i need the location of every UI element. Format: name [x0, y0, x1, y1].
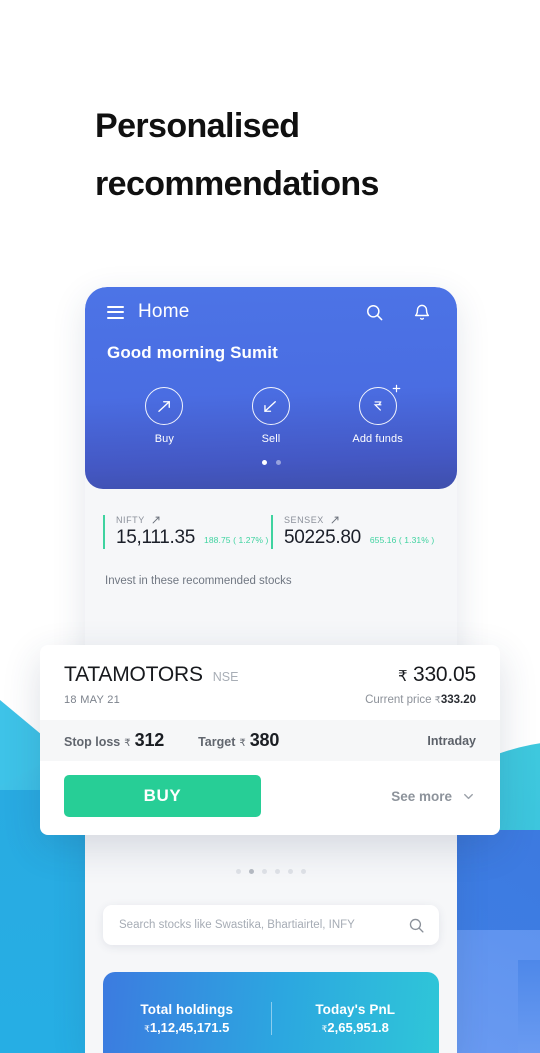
holdings-pnl-amount: 2,65,951.8: [327, 1019, 389, 1035]
current-price-value: 333.20: [440, 694, 476, 706]
greeting-text: Good morning Sumit: [107, 343, 278, 362]
recommended-price: ₹ 330.05: [365, 663, 476, 687]
rupee-symbol: ₹: [124, 738, 131, 749]
holdings-pnl-value: ₹2,65,951.8: [280, 1020, 432, 1035]
index-item-sensex[interactable]: SENSEX 50225.80 655.16 ( 1.31% ): [271, 515, 439, 549]
index-value: 50225.80: [284, 527, 361, 548]
quick-action-label: Sell: [261, 433, 281, 445]
recommendation-card: TATAMOTORS NSE 18 MAY 21 ₹ 330.05 Curren…: [40, 645, 500, 835]
index-values: 15,111.35 188.75 ( 1.27% ): [116, 527, 271, 549]
rupee-plus-circle-icon: [358, 384, 400, 425]
target-label: Target: [198, 735, 236, 749]
stock-exchange: NSE: [212, 670, 239, 684]
page-title-line-2: recommendations: [95, 164, 379, 203]
arrow-up-right-circle-icon: [145, 387, 184, 425]
current-price-row: Current price ₹333.20: [365, 694, 476, 706]
index-name: SENSEX: [284, 515, 324, 525]
buy-button[interactable]: BUY: [64, 775, 261, 817]
index-ticker: NIFTY 15,111.35 188.75 ( 1.27% ) SENSEX: [85, 515, 457, 549]
see-more-button[interactable]: See more: [391, 789, 476, 804]
holdings-pnl-label: Today's PnL: [315, 1001, 396, 1017]
search-input[interactable]: [117, 918, 408, 932]
index-change: 188.75 ( 1.27% ): [204, 535, 269, 545]
target: Target ₹ 380: [198, 730, 279, 751]
rupee-symbol: ₹: [239, 738, 246, 749]
see-more-label: See more: [391, 788, 452, 804]
recommendation-header: TATAMOTORS NSE 18 MAY 21 ₹ 330.05 Curren…: [40, 645, 500, 720]
bell-icon[interactable]: [409, 299, 435, 325]
index-head: SENSEX: [284, 515, 439, 525]
duration-tag: Intraday: [427, 733, 476, 748]
index-value: 15,111.35: [116, 527, 196, 548]
hamburger-icon[interactable]: [107, 305, 124, 319]
holdings-pnl: Today's PnL ₹2,65,951.8: [270, 1001, 440, 1035]
stop-loss: Stop loss ₹ 312: [64, 730, 164, 751]
carousel-dot[interactable]: [275, 460, 281, 465]
index-change: 655.16 ( 1.31% ): [369, 535, 435, 545]
holdings-total: Total holdings ₹1,12,45,171.5: [103, 1002, 271, 1035]
index-item-nifty[interactable]: NIFTY 15,111.35 188.75 ( 1.27% ): [103, 515, 271, 549]
search-bar[interactable]: [103, 905, 439, 945]
holdings-total-amount: 1,12,45,171.5: [149, 1019, 230, 1035]
search-icon: [409, 918, 424, 933]
carousel-dot[interactable]: [261, 460, 267, 465]
app-title: Home: [138, 301, 190, 322]
search-icon[interactable]: [361, 299, 387, 325]
recommendation-identity: TATAMOTORS NSE 18 MAY 21: [64, 663, 365, 706]
quick-action-add-funds[interactable]: Add funds: [336, 384, 420, 445]
carousel-dot[interactable]: [301, 869, 306, 874]
chevron-down-icon: [464, 793, 473, 799]
carousel-dot[interactable]: [288, 869, 293, 874]
rupee-symbol: ₹: [397, 668, 408, 685]
recommendation-metrics: Stop loss ₹ 312 Target ₹ 380 Intraday: [40, 720, 500, 761]
recommendation-actions: BUY See more: [40, 761, 500, 835]
index-values: 50225.80 655.16 ( 1.31% ): [284, 527, 439, 549]
page-title-line-1: Personalised: [95, 106, 300, 145]
carousel-dot[interactable]: [236, 869, 241, 874]
screenshot-root: Personalised recommendations Home Good m…: [0, 0, 540, 1053]
index-name: NIFTY: [116, 515, 145, 525]
recommendation-name-row: TATAMOTORS NSE: [64, 663, 365, 687]
recommendation-pricing: ₹ 330.05 Current price ₹333.20: [365, 663, 476, 706]
holdings-summary: Total holdings ₹1,12,45,171.5 Today's Pn…: [103, 972, 439, 1053]
arrow-down-left-circle-icon: [251, 387, 290, 425]
stock-symbol: TATAMOTORS: [64, 663, 203, 686]
page-title: Personalised recommendations: [95, 97, 495, 213]
target-value: 380: [249, 730, 280, 750]
index-head: NIFTY: [116, 515, 271, 525]
quick-action-buy[interactable]: Buy: [122, 387, 206, 445]
recommendation-carousel-dots[interactable]: [85, 869, 457, 874]
recommendation-date: 18 MAY 21: [64, 694, 121, 706]
holdings-total-label: Total holdings: [140, 1001, 234, 1017]
quick-actions: Buy Sell Add funds: [85, 384, 457, 445]
quick-action-sell[interactable]: Sell: [229, 387, 313, 445]
section-label: Invest in these recommended stocks: [105, 575, 292, 587]
trend-up-icon: [152, 516, 160, 524]
stop-loss-label: Stop loss: [64, 735, 121, 749]
carousel-dot[interactable]: [275, 869, 280, 874]
app-topbar: Home: [85, 287, 457, 337]
recommended-price-value: 330.05: [412, 663, 476, 686]
stop-loss-value: 312: [134, 730, 165, 750]
quick-action-label: Add funds: [352, 433, 403, 445]
bg-right-strip: [518, 960, 540, 1053]
current-price-label: Current price: [365, 694, 432, 706]
carousel-dot[interactable]: [249, 869, 254, 874]
holdings-total-value: ₹1,12,45,171.5: [111, 1020, 263, 1035]
trend-up-icon: [331, 516, 339, 524]
app-header: Home Good morning Sumit Buy Sell Add fun…: [85, 287, 457, 489]
header-carousel-dots[interactable]: [85, 460, 457, 465]
quick-action-label: Buy: [154, 433, 174, 445]
carousel-dot[interactable]: [262, 869, 267, 874]
